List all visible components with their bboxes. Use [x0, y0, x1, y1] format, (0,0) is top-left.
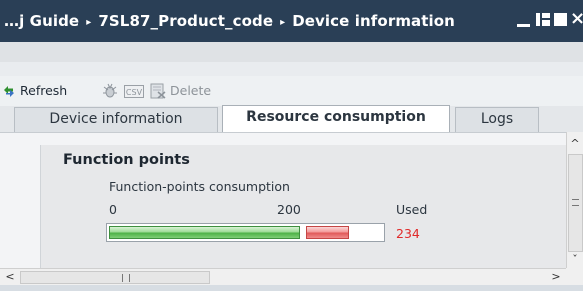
csv-export-icon[interactable]: CSV [124, 85, 144, 98]
header-strip [0, 42, 583, 62]
tab-device-information[interactable]: Device information [14, 107, 218, 132]
delete-icon[interactable] [150, 83, 166, 99]
consumption-bar [106, 223, 385, 242]
horizontal-scrollbar[interactable]: < > [0, 268, 566, 285]
horizontal-scroll-thumb[interactable] [20, 271, 210, 284]
tile-window-button[interactable] [536, 11, 550, 29]
close-button[interactable]: × [570, 10, 583, 28]
scroll-left-button[interactable]: < [2, 269, 18, 285]
bug-icon[interactable] [102, 82, 118, 100]
breadcrumb-item-device-information: Device information [292, 12, 455, 30]
grip-icon [122, 274, 130, 282]
grip-icon [572, 199, 579, 206]
breadcrumb: …j Guide ▸ 7SL87_Product_code ▸ Device infor… [4, 12, 455, 30]
scale-tick-capacity: 200 [277, 202, 301, 217]
toolbar: Refresh CSV Delete [0, 76, 583, 106]
vertical-scroll-thumb[interactable] [568, 154, 583, 252]
header-strip-lower [0, 62, 583, 76]
scroll-up-button[interactable]: ^ [567, 136, 583, 152]
device-information-window: …j Guide ▸ 7SL87_Product_code ▸ Device infor… [0, 0, 583, 291]
breadcrumb-item-guide[interactable]: …j Guide [4, 12, 79, 30]
metric-label: Function-points consumption [109, 179, 290, 194]
function-points-section: Function points Function-points consumpt… [40, 145, 566, 269]
title-bar: …j Guide ▸ 7SL87_Product_code ▸ Device infor… [0, 0, 583, 42]
section-title: Function points [63, 152, 190, 168]
refresh-button[interactable]: Refresh [20, 83, 67, 98]
tab-resource-consumption[interactable]: Resource consumption [222, 105, 450, 132]
scroll-right-button[interactable]: > [548, 269, 564, 285]
svg-text:CSV: CSV [126, 88, 143, 97]
scroll-down-button[interactable]: ˇ [567, 252, 583, 268]
scale-tick-min: 0 [109, 202, 117, 217]
used-label: Used [396, 202, 428, 217]
maximize-button[interactable] [554, 11, 567, 29]
tab-bar: Device information Logs Resource consump… [0, 105, 583, 132]
resource-consumption-panel: Function points Function-points consumpt… [0, 132, 566, 269]
refresh-icon[interactable] [2, 84, 16, 98]
breadcrumb-item-product-code[interactable]: 7SL87_Product_code [98, 12, 273, 30]
bottom-strip [0, 285, 583, 291]
delete-button[interactable]: Delete [170, 83, 211, 98]
scrollbar-corner [566, 268, 583, 285]
consumption-bar-over-capacity [306, 226, 349, 239]
breadcrumb-separator-icon: ▸ [280, 17, 286, 28]
tab-logs[interactable]: Logs [455, 107, 539, 132]
vertical-scrollbar[interactable]: ^ ˇ [566, 132, 583, 268]
minimize-button[interactable] [517, 11, 530, 29]
breadcrumb-separator-icon: ▸ [86, 17, 92, 28]
used-value: 234 [396, 226, 420, 241]
consumption-bar-within-capacity [109, 226, 300, 239]
